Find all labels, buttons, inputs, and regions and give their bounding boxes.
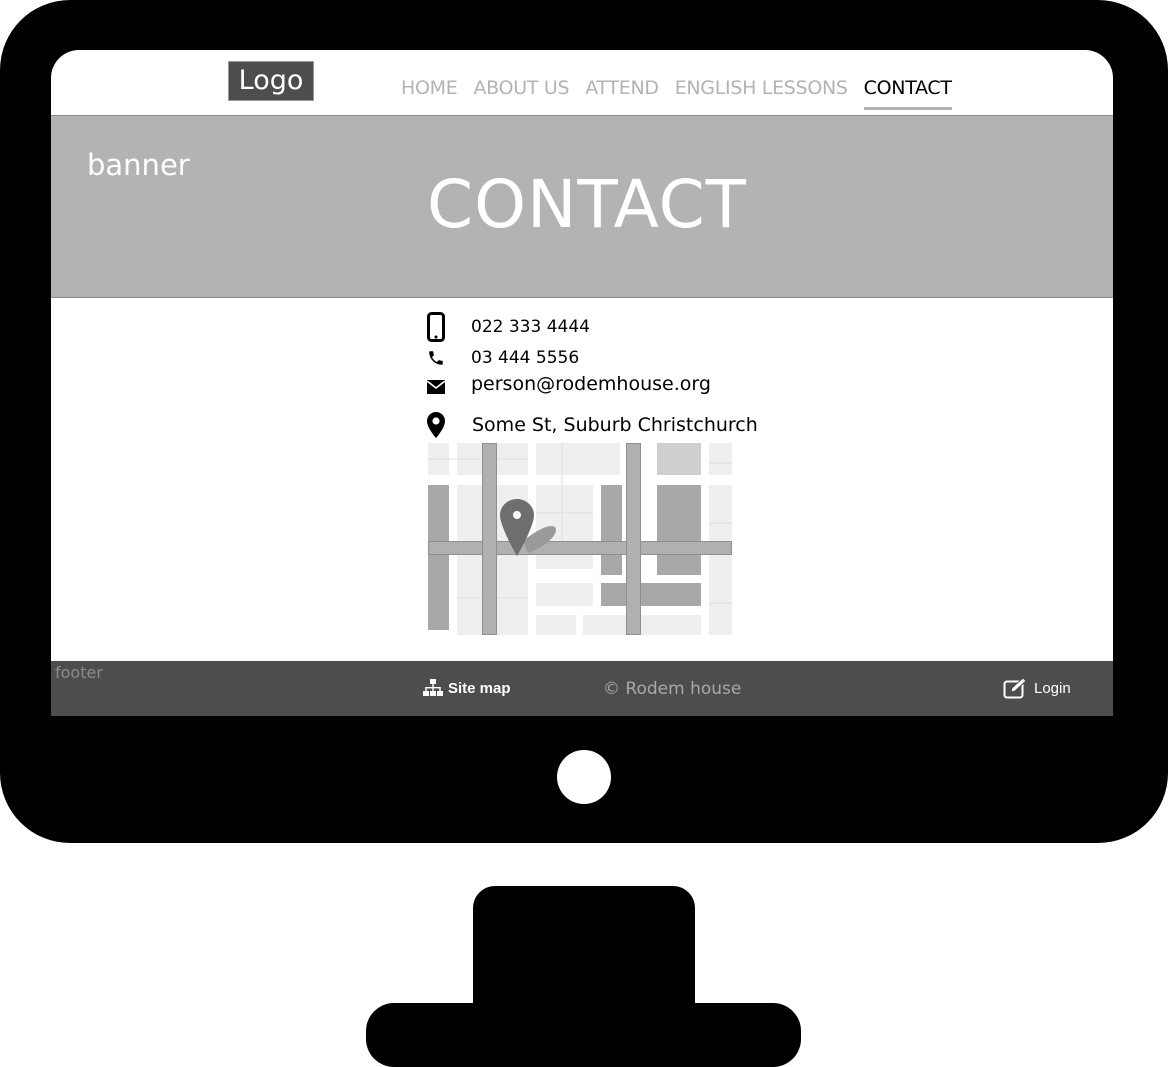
- power-button[interactable]: [557, 750, 611, 804]
- banner: banner CONTACT: [51, 115, 1113, 298]
- logo[interactable]: Logo: [228, 61, 314, 101]
- page-title: CONTACT: [427, 166, 747, 243]
- nav-attend[interactable]: ATTEND: [585, 75, 659, 115]
- sitemap-icon: [423, 679, 443, 696]
- nav-contact[interactable]: CONTACT: [863, 75, 952, 115]
- contact-mobile-row: 022 333 4444: [421, 312, 590, 342]
- contact-address: Some St, Suburb Christchurch: [472, 414, 758, 436]
- footer-placeholder-label: footer: [55, 663, 103, 682]
- login-label: Login: [1034, 679, 1071, 697]
- footer: footer Site map © Rodem house Login: [51, 661, 1113, 716]
- nav-english-lessons[interactable]: ENGLISH LESSONS: [675, 75, 848, 115]
- contact-phone-number[interactable]: 03 444 5556: [471, 348, 579, 368]
- nav-home[interactable]: HOME: [401, 75, 458, 115]
- copyright-text: © Rodem house: [603, 679, 742, 699]
- location-map[interactable]: [428, 443, 732, 635]
- contact-address-row: Some St, Suburb Christchurch: [421, 410, 758, 440]
- contact-email-row: person@rodemhouse.org: [421, 369, 711, 399]
- sitemap-link[interactable]: Site map: [423, 679, 511, 697]
- main-nav: HOME ABOUT US ATTEND ENGLISH LESSONS CON…: [401, 75, 952, 115]
- screen: Logo HOME ABOUT US ATTEND ENGLISH LESSON…: [51, 50, 1113, 716]
- map-pin-icon: [421, 411, 451, 439]
- phone-icon: [421, 349, 451, 367]
- mobile-phone-icon: [421, 312, 451, 342]
- envelope-icon: [421, 374, 451, 394]
- contact-email[interactable]: person@rodemhouse.org: [471, 373, 711, 395]
- edit-icon: [1003, 677, 1027, 699]
- login-link[interactable]: Login: [1003, 677, 1071, 699]
- sitemap-label: Site map: [448, 679, 511, 697]
- nav-about-us[interactable]: ABOUT US: [473, 75, 569, 115]
- contact-mobile-number[interactable]: 022 333 4444: [471, 317, 590, 337]
- banner-placeholder-label: banner: [87, 148, 190, 182]
- monitor-stand-base: [366, 1003, 801, 1067]
- desktop-monitor: Logo HOME ABOUT US ATTEND ENGLISH LESSON…: [0, 0, 1168, 1067]
